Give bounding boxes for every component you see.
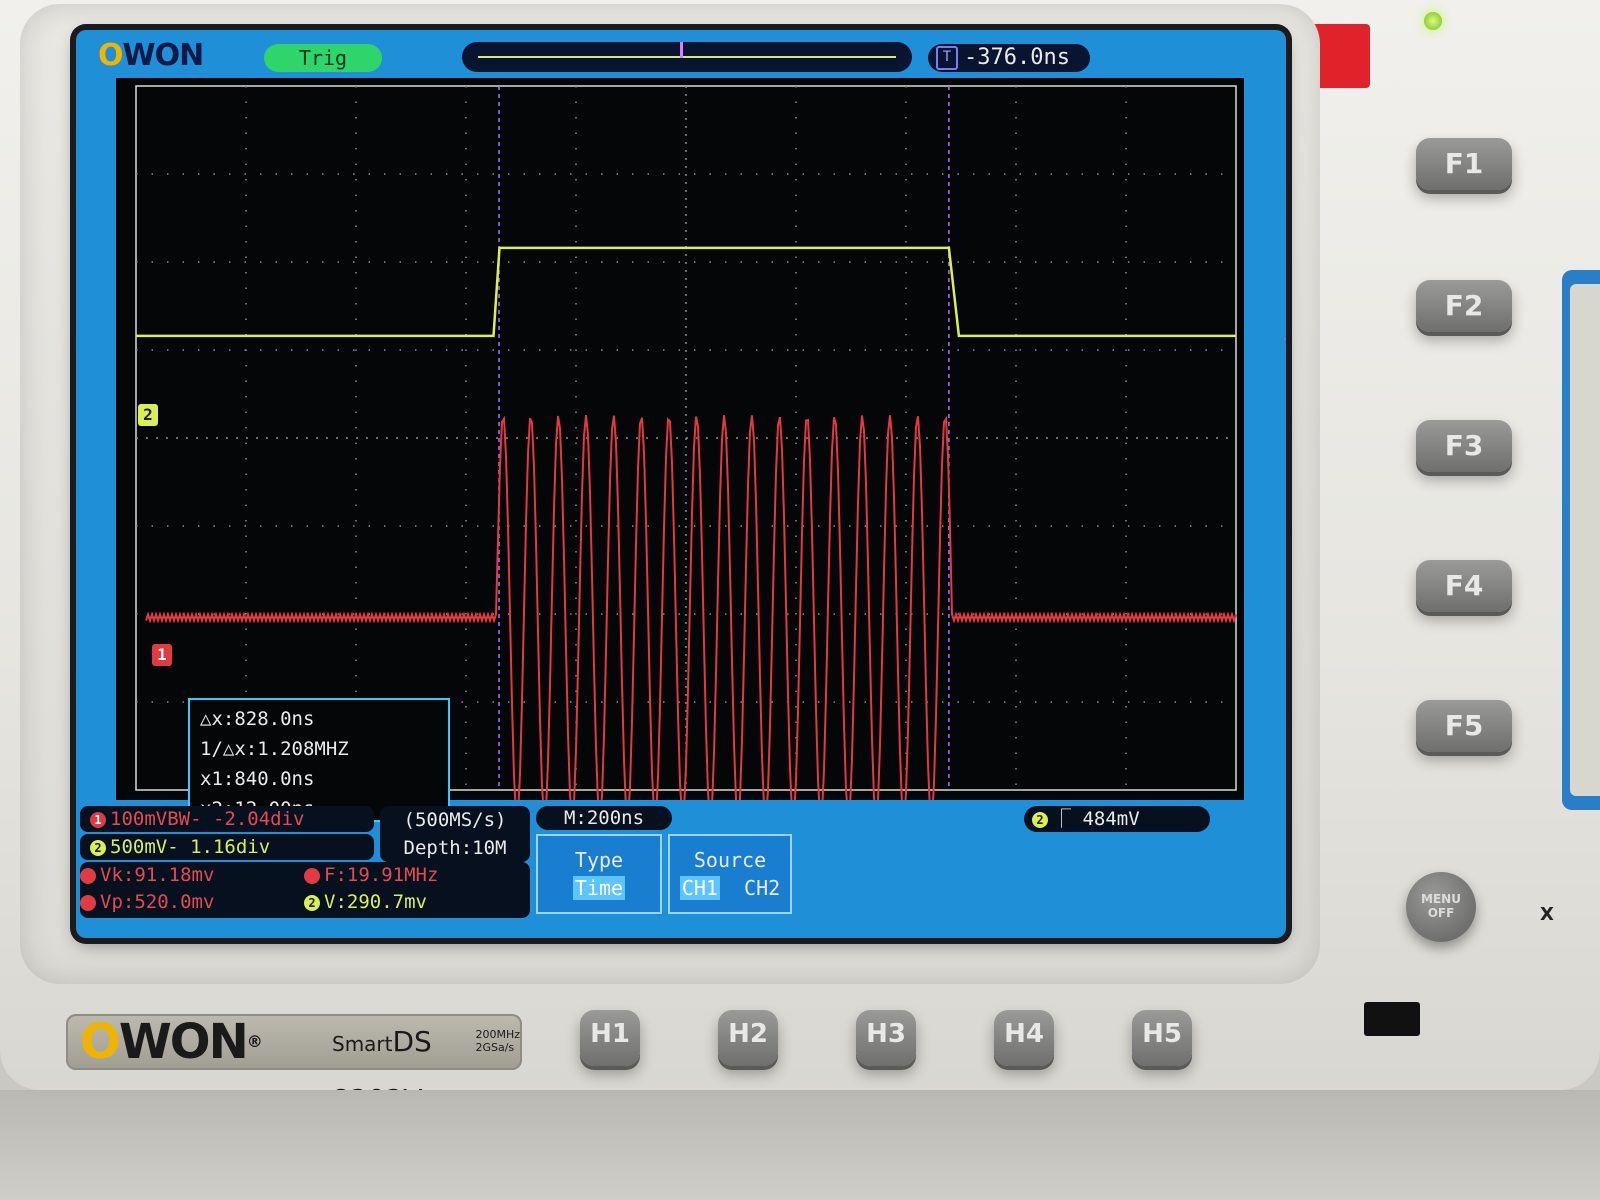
trig-source-dot: 2 [1032,811,1048,828]
trigger-offset: T -376.0ns [928,44,1090,72]
ch2-dot: 2 [90,839,106,856]
plate-spec-rate: 2GSa/s [475,1041,515,1054]
menu-off-line1: MENU [1421,892,1461,906]
registered-mark: ® [246,1032,263,1051]
trig-status-badge: Trig [264,44,382,72]
acquisition-info: (500MS/s) Depth:10M [380,806,530,862]
menu-off-line2: OFF [1427,906,1455,920]
ch2-scale: 2 500mV- 1.16div [80,834,374,860]
bench-surface [0,1090,1600,1200]
h3-button[interactable]: H3 [856,1010,916,1066]
brand-plate: OWON® SmartDS 8202V 200MHz 2GSa/s [66,1014,522,1116]
side-x-label: X [1540,904,1554,925]
time-position-bar [462,42,912,72]
oscilloscope-screen: OWON Trig T -376.0ns 2 1 △x:828.0ns 1/△x:… [76,30,1286,938]
plate-logo-rest: WON [118,1014,249,1070]
side-panel-inner [1570,284,1600,796]
meas-v: 2 V:290.7mv [304,889,427,915]
screen-frame: OWON Trig T -376.0ns 2 1 △x:828.0ns 1/△x:… [20,4,1320,984]
menu-off-button[interactable]: MENU OFF [1406,872,1476,942]
ch1-scale-text: 100mVBW- -2.04div [110,808,305,830]
menu-type-title: Type [574,848,624,872]
plate-logo-o: O [80,1014,121,1070]
f5-button[interactable]: F5 [1416,700,1512,752]
screen-brand-logo: OWON [98,38,205,73]
trigger-level-marker [1284,330,1286,348]
ch1-marker: 1 [152,644,172,666]
f1-button[interactable]: F1 [1416,138,1512,190]
meas-f: F:19.91MHz [304,862,438,888]
menu-type-value[interactable]: Time [572,876,626,900]
h1-button[interactable]: H1 [580,1010,640,1066]
logo-rest: WON [122,38,205,73]
timebase: M:200ns [536,806,672,830]
cursor-inv-dx: 1/△x:1.208MHZ [200,738,349,760]
f3-button[interactable]: F3 [1416,420,1512,472]
plate-model-prefix: Smart [332,1032,393,1056]
ch2-marker: 2 [138,404,158,426]
timebar-line [478,56,896,58]
trigger-icon: T [936,46,958,70]
sample-rate: (500MS/s) [403,809,507,831]
black-square [1364,1002,1420,1036]
f4-button[interactable]: F4 [1416,560,1512,612]
ch1-dot: 1 [90,811,106,828]
source-ch1[interactable]: CH1 [679,876,720,900]
cursor-x1: x1:840.0ns [200,768,315,790]
trigger-level: 2 ⎾ 484mV [1024,806,1210,832]
h4-button[interactable]: H4 [994,1010,1054,1066]
meas-f-value: F:19.91MHz [324,864,439,886]
h2-button[interactable]: H2 [718,1010,778,1066]
power-led [1424,12,1442,30]
meas-vk: Vk:91.18mv [80,862,214,888]
ch2-waveform [136,246,1236,338]
meas-vp-value: Vp:520.0mv [100,891,215,913]
waveform-plot: 2 1 △x:828.0ns 1/△x:1.208MHZ x1:840.0ns … [116,78,1286,822]
bottom-info-area: 1 100mVBW- -2.04div 2 500mV- 1.16div (500M… [76,800,1286,938]
status-bar: OWON Trig T -376.0ns [76,30,1286,78]
meas-vk-value: Vk:91.18mv [100,864,215,886]
trigger-offset-value: -376.0ns [964,45,1070,70]
logo-o: O [98,38,123,73]
measurement-block: Vk:91.18mv F:19.91MHz Vp:520.0mv 2 V:290.… [80,862,530,918]
side-control-panel [1562,270,1600,810]
meas-f-dot [304,867,320,884]
ch2-scale-text: 500mV- 1.16div [110,836,271,858]
timebar-trigger-mark [680,42,683,58]
h5-button[interactable]: H5 [1132,1010,1192,1066]
meas-vp-dot [80,894,96,911]
plate-brand-logo: OWON® [80,1014,263,1070]
memory-depth: Depth:10M [403,837,507,859]
source-ch2[interactable]: CH2 [744,876,780,900]
plate-spec: 200MHz 2GSa/s [475,1028,520,1054]
menu-type[interactable]: Type Time [536,834,662,914]
trigger-level-value: 484mV [1082,808,1140,830]
meas-vk-dot [80,867,96,884]
menu-source[interactable]: Source CH1 CH2 [668,834,792,914]
falling-edge-icon: ⎾ [1052,808,1072,830]
meas-v-dot: 2 [304,894,320,911]
cursor-dx: △x:828.0ns [200,708,315,730]
plate-spec-bandwidth: 200MHz [475,1028,520,1041]
meas-v-value: V:290.7mv [324,891,427,913]
f2-button[interactable]: F2 [1416,280,1512,332]
meas-vp: Vp:520.0mv [80,889,214,915]
plot-svg [135,85,1237,800]
ch1-scale: 1 100mVBW- -2.04div [80,806,374,832]
menu-source-title: Source [693,848,767,872]
